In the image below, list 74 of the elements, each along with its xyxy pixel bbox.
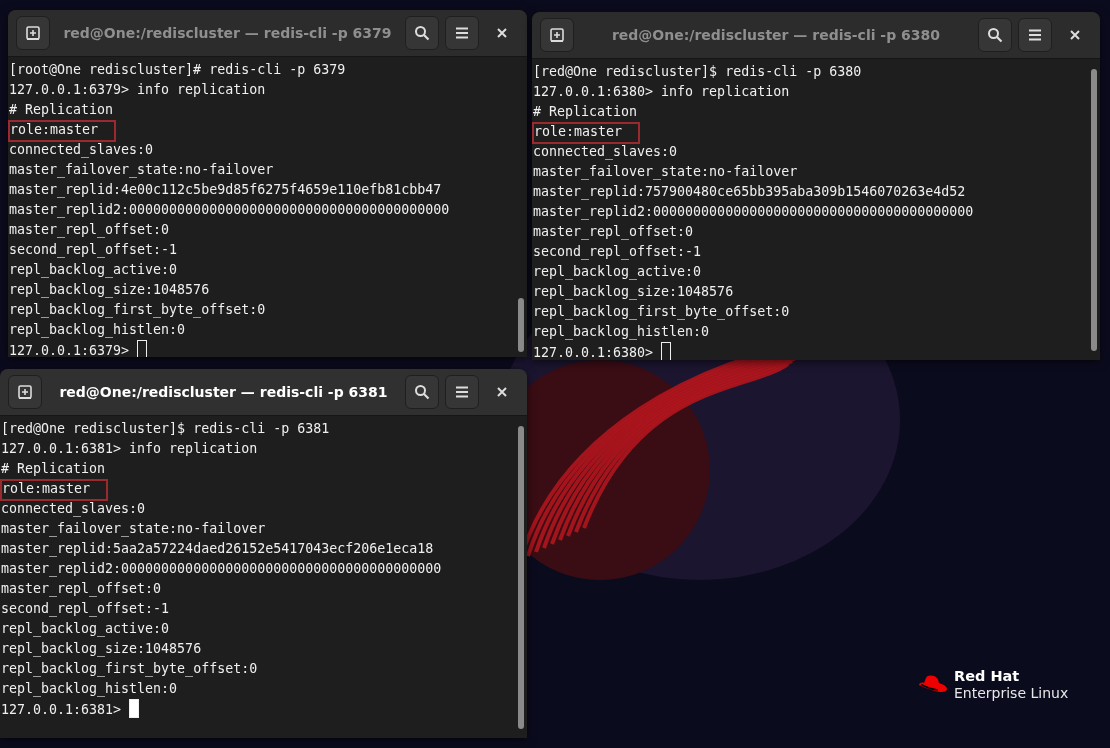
- close-icon: [496, 386, 508, 398]
- terminal-line: # Replication: [9, 101, 114, 119]
- terminal-line: repl_backlog_size:1048576: [9, 281, 210, 300]
- terminal-line: 127.0.0.1:6381> info replication: [1, 440, 258, 458]
- menu-button[interactable]: [445, 16, 479, 50]
- terminal-line: master_failover_state:no-failover: [533, 163, 798, 182]
- text-cursor: [661, 342, 672, 360]
- search-icon: [414, 384, 430, 400]
- terminal-line: connected_slaves:0: [533, 143, 678, 162]
- command-prompt: 127.0.0.1:6380>: [533, 344, 654, 360]
- window-title: red@One:/rediscluster — redis-cli -p 6379: [62, 25, 393, 41]
- terminal-line: master_failover_state:no-failover: [1, 520, 266, 539]
- terminal-line: connected_slaves:0: [9, 141, 154, 160]
- terminal-line: repl_backlog_histlen:0: [533, 323, 710, 342]
- terminal-line: second_repl_offset:-1: [533, 243, 702, 262]
- scrollbar-thumb[interactable]: [518, 298, 524, 352]
- terminal-line: master_replid2:0000000000000000000000000000000000000000: [9, 201, 450, 220]
- scrollbar-thumb[interactable]: [518, 426, 524, 729]
- command-prompt: 127.0.0.1:6379>: [9, 342, 130, 357]
- search-icon: [987, 27, 1003, 43]
- terminal-line: master_repl_offset:0: [1, 580, 162, 599]
- terminal-line: master_replid:5aa2a57224daed26152e5417043ecf206e1eca18: [1, 540, 434, 559]
- terminal-line: 127.0.0.1:6379> info replication: [9, 81, 266, 99]
- terminal-line: [red@One rediscluster]$ redis-cli -p 6380: [533, 63, 862, 81]
- terminal-line: master_failover_state:no-failover: [9, 161, 274, 180]
- new-tab-icon: [25, 25, 41, 41]
- menu-icon: [1028, 28, 1042, 42]
- terminal-line: # Replication: [1, 460, 106, 478]
- text-cursor: [129, 699, 140, 718]
- new-tab-button[interactable]: [16, 16, 50, 50]
- terminal-line: repl_backlog_size:1048576: [533, 283, 734, 302]
- terminal-line: repl_backlog_active:0: [1, 620, 170, 639]
- new-tab-icon: [17, 384, 33, 400]
- search-button[interactable]: [978, 18, 1012, 52]
- terminal-line: second_repl_offset:-1: [1, 600, 170, 619]
- search-icon: [414, 25, 430, 41]
- terminal-line: 127.0.0.1:6380> info replication: [533, 83, 790, 101]
- terminal-line: [red@One rediscluster]$ redis-cli -p 6381: [1, 420, 330, 438]
- new-tab-icon: [549, 27, 565, 43]
- search-button[interactable]: [405, 16, 439, 50]
- new-tab-button[interactable]: [8, 375, 42, 409]
- text-cursor: [137, 340, 148, 357]
- terminal-line: master_replid:4e00c112c5be9d85f6275f4659e110efb81cbb47: [9, 181, 442, 200]
- menu-icon: [455, 385, 469, 399]
- terminal-line: repl_backlog_first_byte_offset:0: [9, 301, 266, 320]
- terminal-line: master_repl_offset:0: [9, 221, 170, 240]
- terminal-line: master_replid:757900480ce65bb395aba309b1546070263e4d52: [533, 183, 966, 202]
- terminal-line: master_replid2:0000000000000000000000000000000000000000: [533, 203, 974, 222]
- close-icon: [1069, 29, 1081, 41]
- terminal-line: [root@One rediscluster]# redis-cli -p 6379: [9, 61, 346, 79]
- terminal-line: repl_backlog_histlen:0: [1, 680, 178, 699]
- close-icon: [496, 27, 508, 39]
- terminal-line: repl_backlog_size:1048576: [1, 640, 202, 659]
- terminal-line: repl_backlog_active:0: [9, 261, 178, 280]
- window-title: red@One:/rediscluster — redis-cli -p 6381: [58, 384, 389, 400]
- terminal-line: second_repl_offset:-1: [9, 241, 178, 260]
- terminal-line: master_repl_offset:0: [533, 223, 694, 242]
- terminal-line: # Replication: [533, 103, 638, 121]
- search-button[interactable]: [405, 375, 439, 409]
- terminal-line: connected_slaves:0: [1, 500, 146, 519]
- terminal-line: repl_backlog_first_byte_offset:0: [1, 660, 258, 679]
- scrollbar-thumb[interactable]: [1091, 69, 1097, 351]
- new-tab-button[interactable]: [540, 18, 574, 52]
- window-title: red@One:/rediscluster — redis-cli -p 6380: [610, 27, 942, 43]
- logo-product: Enterprise Linux: [954, 685, 1069, 702]
- menu-button[interactable]: [445, 375, 479, 409]
- menu-icon: [455, 26, 469, 40]
- terminal-line: repl_backlog_first_byte_offset:0: [533, 303, 790, 322]
- menu-button[interactable]: [1018, 18, 1052, 52]
- logo-brand: Red Hat: [954, 668, 1021, 685]
- terminal-line: master_replid2:0000000000000000000000000000000000000000: [1, 560, 442, 579]
- terminal-line: repl_backlog_histlen:0: [9, 321, 186, 340]
- command-prompt: 127.0.0.1:6381>: [1, 701, 122, 719]
- terminal-line: repl_backlog_active:0: [533, 263, 702, 282]
